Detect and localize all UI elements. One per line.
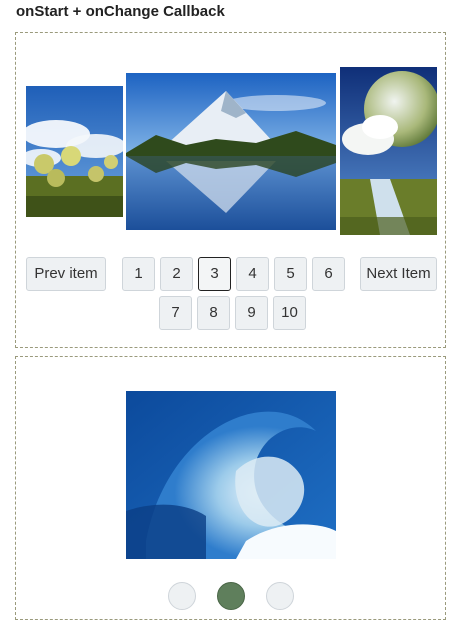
page-button-3[interactable]: 3 xyxy=(198,257,231,291)
prev-item-button[interactable]: Prev item xyxy=(26,257,106,291)
page-button-2[interactable]: 2 xyxy=(160,257,193,291)
next-item-button[interactable]: Next Item xyxy=(360,257,437,291)
mountain-lake-image[interactable] xyxy=(126,73,336,230)
page-title: onStart + onChange Callback xyxy=(16,3,225,20)
page-button-6[interactable]: 6 xyxy=(312,257,345,291)
slide-dot-1[interactable] xyxy=(168,582,196,610)
dandelion-field-image-art xyxy=(26,86,123,217)
fantasy-planet-image[interactable] xyxy=(340,67,437,235)
slide-dot-2[interactable] xyxy=(217,582,245,610)
page-button-8[interactable]: 8 xyxy=(197,296,230,330)
mountain-lake-image-art xyxy=(126,73,336,230)
page-button-7[interactable]: 7 xyxy=(159,296,192,330)
slide-dot-3[interactable] xyxy=(266,582,294,610)
page-button-5[interactable]: 5 xyxy=(274,257,307,291)
dandelion-field-image[interactable] xyxy=(26,86,123,217)
ocean-wave-image-art xyxy=(126,391,336,559)
ocean-wave-image[interactable] xyxy=(126,391,336,559)
page-button-1[interactable]: 1 xyxy=(122,257,155,291)
carousel-panel-2 xyxy=(15,356,446,620)
page-button-10[interactable]: 10 xyxy=(273,296,306,330)
page-button-9[interactable]: 9 xyxy=(235,296,268,330)
fantasy-planet-image-art xyxy=(340,67,437,235)
page-button-4[interactable]: 4 xyxy=(236,257,269,291)
carousel-panel-1: Prev item 1 2 3 4 5 6 Next Item 7 8 9 10 xyxy=(15,32,446,348)
